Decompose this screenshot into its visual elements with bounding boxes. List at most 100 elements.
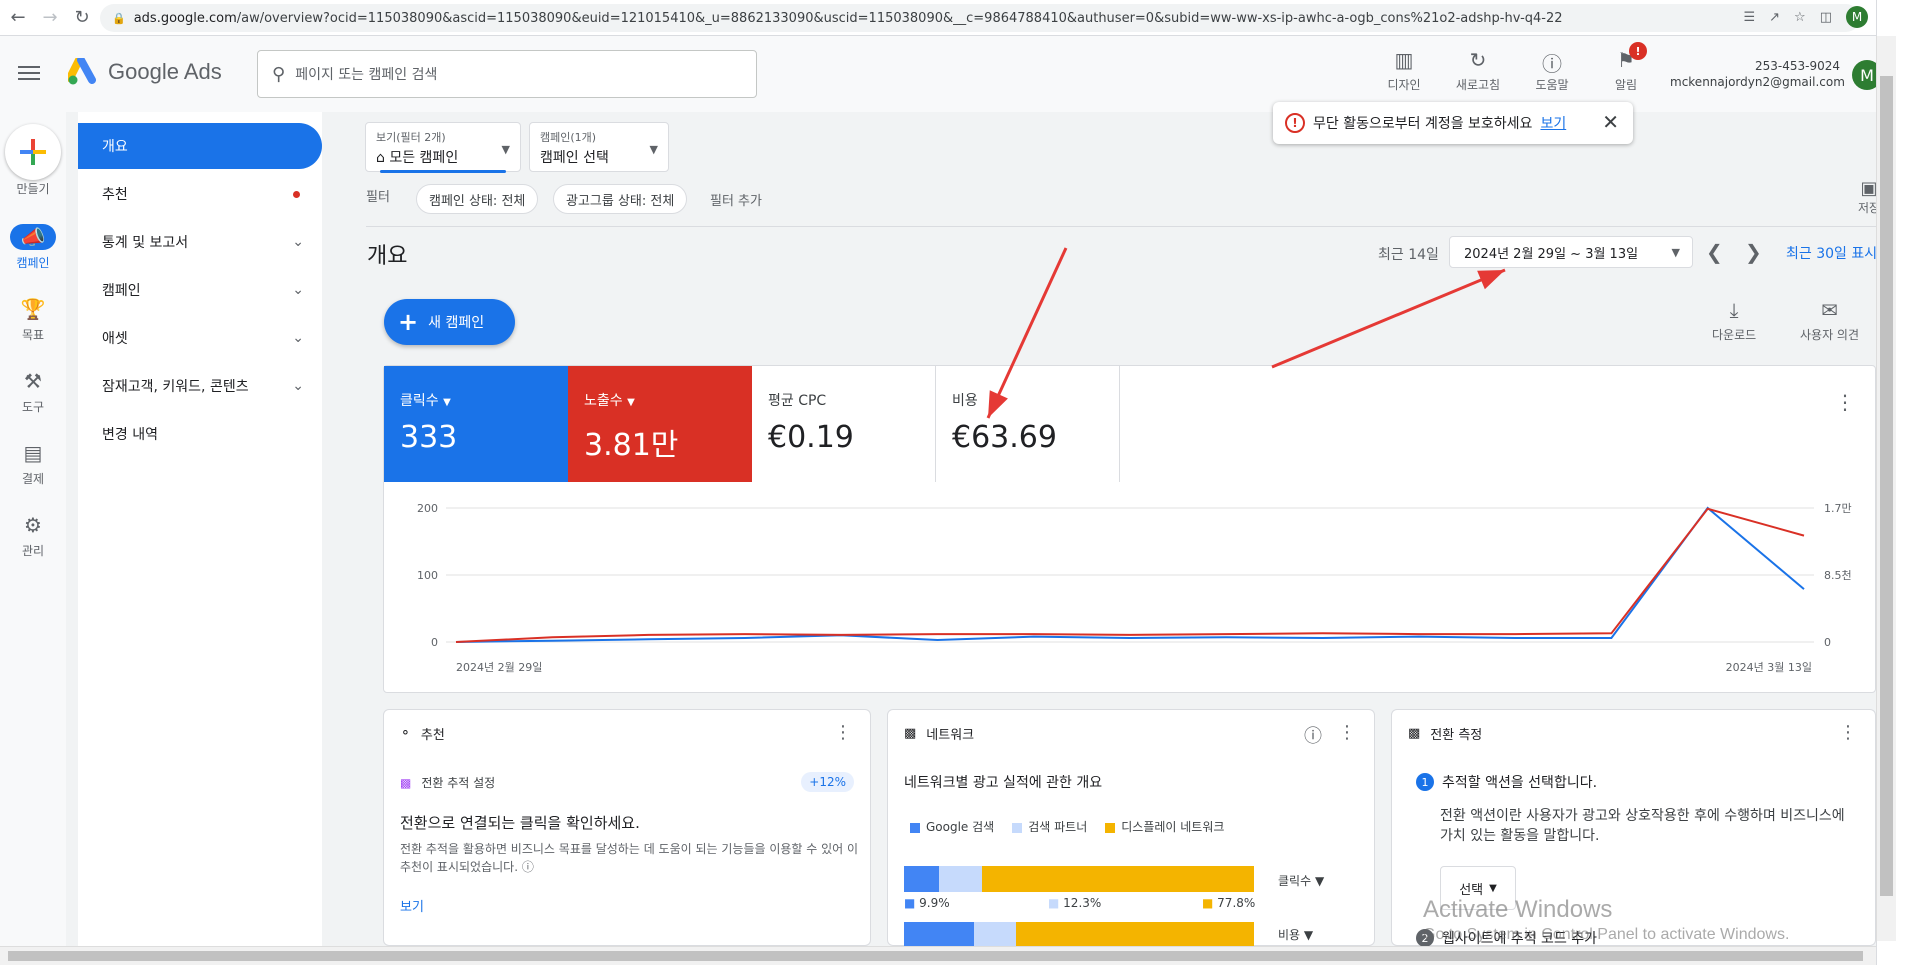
add-filter-button[interactable]: 필터 추가 xyxy=(710,190,762,209)
refresh-icon: ↻ xyxy=(1469,48,1487,72)
nav-item-campaigns[interactable]: 캠페인 ⌄ xyxy=(78,267,322,313)
view-dropdown[interactable]: 보기(필터 2개) ⌂ 모든 캠페인 ▼ xyxy=(365,122,521,173)
stack-segment xyxy=(904,922,974,948)
left-rail: 만들기 📣 캠페인 🏆 목표 ⚒ 도구 ▤ 결제 ⚙ 관리 xyxy=(0,112,66,946)
card-icon: ▤ xyxy=(23,441,43,465)
metric-impressions[interactable]: 노출수 ▼ 3.81만 xyxy=(568,366,752,482)
network-subtitle: 네트워크별 광고 실적에 관한 개요 xyxy=(904,775,1103,791)
more-options-icon[interactable]: ⋮ xyxy=(1338,722,1356,743)
prev-period-icon[interactable]: ❮ xyxy=(1706,240,1723,264)
chevron-down-icon: ⌄ xyxy=(292,378,304,394)
stacked-bar-cost xyxy=(904,922,1254,948)
stack-segment xyxy=(904,866,939,892)
forward-icon[interactable]: → xyxy=(36,4,64,32)
plus-icon xyxy=(20,139,46,165)
tools-icon: ⚒ xyxy=(24,369,42,393)
filter-label: 필터 xyxy=(366,190,390,205)
help-button[interactable]: ⓘ 도움말 xyxy=(1528,48,1576,93)
metric-select-cost[interactable]: 비용 ▼ xyxy=(1278,926,1313,943)
y-left-tick-label: 200 xyxy=(417,502,438,515)
design-icon: ▥ xyxy=(1394,48,1414,72)
nav-item-overview[interactable]: 개요 xyxy=(78,123,322,169)
page-title: 개요 xyxy=(367,244,408,269)
dropdown-arrow-icon: ▼ xyxy=(443,397,451,408)
rail-item-billing[interactable]: ▤ 결제 xyxy=(0,440,66,487)
y-left-tick-label: 100 xyxy=(417,569,438,582)
menu-icon[interactable] xyxy=(18,62,40,84)
more-options-icon[interactable]: ⋮ xyxy=(834,722,852,743)
help-icon[interactable]: ⓘ xyxy=(1304,722,1322,748)
more-options-icon[interactable]: ⋮ xyxy=(1835,390,1855,414)
date-range-picker[interactable]: 2024년 2월 29일 ~ 3월 13일 ▼ xyxy=(1449,236,1693,268)
alert-text: 무단 활동으로부터 계정을 보호하세요 xyxy=(1313,116,1533,132)
metric-cost[interactable]: 비용 €63.69 xyxy=(936,366,1120,482)
stack-segment xyxy=(938,866,982,892)
rail-item-tools[interactable]: ⚒ 도구 xyxy=(0,368,66,415)
pct-label: ■ 12.3% xyxy=(1048,896,1102,910)
vertical-scrollbar[interactable] xyxy=(1876,36,1896,941)
y-right-tick-label: 0 xyxy=(1824,636,1831,649)
metric-clicks[interactable]: 클릭수 ▼ 333 xyxy=(384,366,568,482)
search-icon: ⚲ xyxy=(272,63,286,85)
notifications-button[interactable]: ⚑! 알림 xyxy=(1602,42,1650,93)
refresh-button[interactable]: ↻ 새로고침 xyxy=(1454,48,1502,93)
stacked-bar-clicks xyxy=(904,866,1254,892)
conversion-step-1: 1 추적할 액션을 선택합니다. xyxy=(1416,772,1597,792)
legend-item: Google 검색 xyxy=(910,818,994,835)
more-options-icon[interactable]: ⋮ xyxy=(1839,722,1857,743)
stack-segment xyxy=(974,922,1016,948)
rail-item-goals[interactable]: 🏆 목표 xyxy=(0,296,66,343)
nav-item-change-history[interactable]: 변경 내역 xyxy=(78,411,322,457)
security-alert: ! 무단 활동으로부터 계정을 보호하세요 보기 ✕ xyxy=(1273,102,1633,144)
help-icon[interactable]: ⓘ xyxy=(522,860,534,874)
translate-icon[interactable]: ☰ xyxy=(1743,10,1755,25)
horizontal-scrollbar[interactable] xyxy=(0,946,1876,965)
show-last-30-days-link[interactable]: 최근 30일 표시 xyxy=(1786,243,1877,263)
reload-icon[interactable]: ↻ xyxy=(68,4,96,32)
lock-icon: 🔒 xyxy=(112,11,126,25)
download-icon: ⤓ xyxy=(1729,298,1739,322)
nav-item-recommendations[interactable]: 추천 xyxy=(78,171,322,217)
download-button[interactable]: ⤓ 다운로드 xyxy=(1712,298,1756,343)
share-icon[interactable]: ↗ xyxy=(1769,10,1780,25)
nav-item-reports[interactable]: 통계 및 보고서 ⌄ xyxy=(78,219,322,265)
filter-chip-adgroup-status[interactable]: 광고그룹 상태: 전체 xyxy=(553,184,688,214)
alert-view-link[interactable]: 보기 xyxy=(1540,113,1566,133)
logo-text: Google Ads xyxy=(108,59,222,84)
impact-badge: +12% xyxy=(801,772,854,792)
y-right-tick-label: 1.7만 xyxy=(1824,502,1852,515)
metric-select-clicks[interactable]: 클릭수 ▼ xyxy=(1278,872,1324,889)
x-end-label: 2024년 3월 13일 xyxy=(1726,660,1812,674)
trophy-icon: 🏆 xyxy=(20,297,46,321)
create-button[interactable] xyxy=(5,124,61,180)
feedback-button[interactable]: ✉ 사용자 의견 xyxy=(1800,298,1859,343)
profile-avatar[interactable]: M xyxy=(1846,6,1868,28)
star-icon[interactable]: ☆ xyxy=(1794,10,1806,25)
network-legend: Google 검색 검색 파트너 디스플레이 네트워크 xyxy=(910,818,1224,835)
rail-item-admin[interactable]: ⚙ 관리 xyxy=(0,512,66,559)
address-bar[interactable]: 🔒 ads.google.com/aw/overview?ocid=115038… xyxy=(100,4,1860,32)
rec-view-link[interactable]: 보기 xyxy=(400,896,424,915)
rail-item-campaigns[interactable]: 📣 캠페인 xyxy=(0,224,66,271)
google-ads-logo[interactable]: Google Ads xyxy=(68,58,222,86)
campaign-dropdown[interactable]: 캠페인(1개) 캠페인 선택 ▼ xyxy=(529,122,669,172)
performance-card: 클릭수 ▼ 333 노출수 ▼ 3.81만 평균 CPC €0.19 비용 €6… xyxy=(383,365,1876,693)
date-range-label: 최근 14일 xyxy=(1378,247,1439,263)
account-info[interactable]: 253-453-9024 mckennajordyn2@gmail.com xyxy=(1670,58,1845,90)
nav-item-audiences[interactable]: 잠재고객, 키워드, 콘텐츠 ⌄ xyxy=(78,363,322,409)
account-email: mckennajordyn2@gmail.com xyxy=(1670,75,1845,89)
metric-avg-cpc[interactable]: 평균 CPC €0.19 xyxy=(752,366,936,482)
next-period-icon[interactable]: ❯ xyxy=(1745,240,1762,264)
new-campaign-button[interactable]: + 새 캠페인 xyxy=(384,299,515,345)
search-input[interactable]: ⚲ 페이지 또는 캠페인 검색 xyxy=(257,50,757,98)
plus-icon: + xyxy=(398,308,419,336)
back-icon[interactable]: ← xyxy=(4,4,32,32)
stack-segment xyxy=(1016,922,1254,948)
chevron-down-icon: ⌄ xyxy=(292,330,304,346)
nav-item-assets[interactable]: 애셋 ⌄ xyxy=(78,315,322,361)
sidepanel-icon[interactable]: ◫ xyxy=(1820,10,1832,25)
close-icon[interactable]: ✕ xyxy=(1602,110,1619,134)
filter-chip-campaign-status[interactable]: 캠페인 상태: 전체 xyxy=(416,184,539,214)
header-tools: ▥ 디자인 ↻ 새로고침 ⓘ 도움말 ⚑! 알림 xyxy=(1380,42,1650,93)
design-button[interactable]: ▥ 디자인 xyxy=(1380,48,1428,93)
